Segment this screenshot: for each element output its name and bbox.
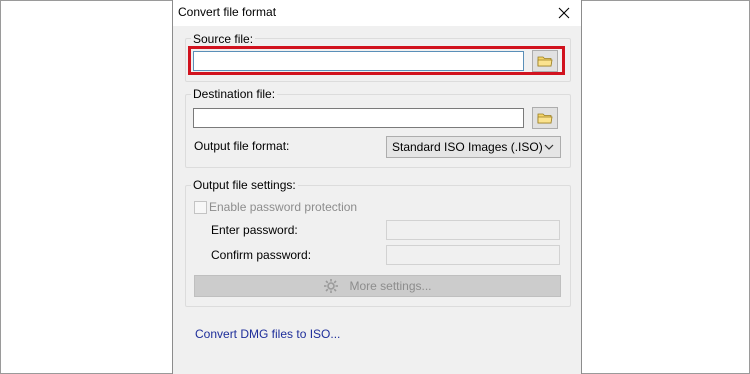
gear-icon xyxy=(324,279,339,293)
confirm-password-field[interactable] xyxy=(386,245,560,265)
title-bar: Convert file format xyxy=(173,0,581,26)
destination-browse-button[interactable] xyxy=(532,107,558,129)
destination-file-label: Destination file: xyxy=(191,87,278,101)
output-format-label: Output file format: xyxy=(194,139,290,153)
confirm-password-label: Confirm password: xyxy=(211,248,312,262)
source-file-input[interactable] xyxy=(193,51,524,71)
output-settings-label: Output file settings: xyxy=(191,178,298,192)
password-protection-label: Enable password protection xyxy=(209,200,358,214)
password-protection-checkbox[interactable] xyxy=(194,201,207,214)
close-icon xyxy=(558,7,570,19)
folder-icon xyxy=(537,113,553,124)
enter-password-field[interactable] xyxy=(386,220,560,240)
close-button[interactable] xyxy=(547,0,581,26)
source-file-label: Source file: xyxy=(191,32,256,46)
convert-dmg-link[interactable]: Convert DMG files to ISO... xyxy=(195,327,340,341)
folder-icon xyxy=(537,56,553,67)
output-format-select[interactable]: Standard ISO Images (.ISO) xyxy=(386,136,561,158)
output-format-value: Standard ISO Images (.ISO) xyxy=(392,140,543,154)
chevron-down-icon xyxy=(544,144,554,150)
more-settings-button[interactable]: More settings... xyxy=(194,275,561,297)
enter-password-label: Enter password: xyxy=(211,223,298,237)
destination-file-input[interactable] xyxy=(193,108,524,128)
source-browse-button[interactable] xyxy=(532,50,558,72)
dialog-title: Convert file format xyxy=(178,5,277,19)
more-settings-label: More settings... xyxy=(349,279,432,293)
convert-file-format-dialog: Convert file format Source file: Destina… xyxy=(172,0,582,374)
